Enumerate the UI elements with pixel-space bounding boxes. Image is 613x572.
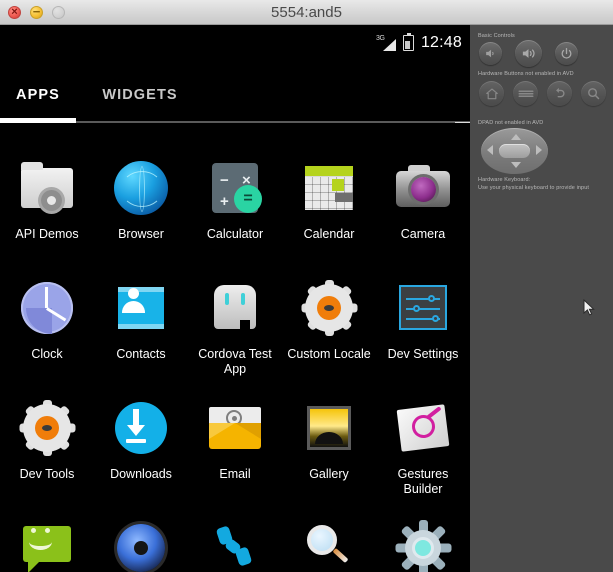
app-item-gestures-builder[interactable]: Gestures Builder (376, 391, 470, 511)
messaging-icon (16, 517, 78, 572)
app-item-calendar[interactable]: Calendar (282, 151, 376, 271)
music-icon (110, 517, 172, 572)
basic-controls-label: Basic Controls (478, 33, 515, 39)
app-label: Calculator (206, 227, 264, 241)
calculator-icon: − × + = (204, 157, 266, 219)
dpad-left-button[interactable] (487, 145, 493, 155)
dpad-label: DPAD not enabled in AVD (478, 120, 544, 126)
battery-fill (405, 40, 411, 49)
hardware-keyboard-label: Hardware Keyboard: (478, 177, 531, 183)
tab-widgets[interactable]: WIDGETS (76, 69, 204, 122)
app-grid: API Demos Browser − × + = Calculator Cal… (0, 151, 470, 572)
android-status-bar: 3G 12:48 (0, 25, 470, 61)
app-label: Camera (400, 227, 446, 241)
app-item-phone[interactable] (188, 511, 282, 572)
dpad-center-button[interactable] (499, 144, 530, 158)
app-item-cordova-test-app[interactable]: Cordova Test App (188, 271, 282, 391)
camera-icon (392, 157, 454, 219)
status-bar-indicators: 3G 12:48 (376, 25, 462, 61)
app-label: Downloads (110, 467, 172, 481)
app-item-search[interactable] (282, 511, 376, 572)
app-item-api-demos[interactable]: API Demos (0, 151, 94, 271)
app-item-music[interactable] (94, 511, 188, 572)
tab-apps[interactable]: APPS (0, 69, 76, 122)
phone-icon (204, 517, 266, 572)
app-label: Clock (31, 347, 63, 361)
hardware-keyboard-hint: Use your physical keyboard to provide in… (478, 185, 589, 191)
app-label: API Demos (15, 227, 79, 241)
dpad-down-button[interactable] (511, 162, 521, 168)
app-label: Contacts (116, 347, 166, 361)
dev-tools-icon (16, 397, 78, 459)
downloads-icon (110, 397, 172, 459)
app-item-downloads[interactable]: Downloads (94, 391, 188, 511)
email-icon (204, 397, 266, 459)
dpad-up-button[interactable] (511, 134, 521, 140)
search-button[interactable] (581, 81, 606, 106)
battery-icon (402, 32, 414, 51)
power-button[interactable] (555, 42, 578, 65)
app-item-dev-settings[interactable]: Dev Settings (376, 271, 470, 391)
app-label: Browser (118, 227, 164, 241)
app-item-custom-locale[interactable]: Custom Locale (282, 271, 376, 391)
gallery-icon (298, 397, 360, 459)
clock-icon (16, 277, 78, 339)
app-label: Dev Tools (19, 467, 75, 481)
signal-triangle (382, 38, 396, 51)
launcher-tabbar: APPS WIDGETS (0, 69, 470, 122)
dpad-right-button[interactable] (536, 145, 542, 155)
custom-locale-icon (298, 277, 360, 339)
app-label: Dev Settings (387, 347, 459, 361)
menu-button[interactable] (513, 81, 538, 106)
back-button[interactable] (547, 81, 572, 106)
emulator-screen[interactable]: 3G 12:48 APPS WIDGETS API Demos Browser … (0, 25, 470, 572)
volume-down-button[interactable] (479, 42, 502, 65)
dev-settings-icon (392, 277, 454, 339)
status-bar-clock: 12:48 (420, 34, 462, 51)
cordova-test-app-icon (204, 277, 266, 339)
app-item-browser[interactable]: Browser (94, 151, 188, 271)
emulator-window: × − 5554:and5 3G 12:48 APPS WIDGETS API … (0, 0, 613, 572)
api-demos-icon (16, 157, 78, 219)
signal-strength-icon: 3G (376, 35, 396, 52)
emulator-control-panel: Basic Controls Hardware Buttons not enab… (470, 25, 613, 572)
app-item-clock[interactable]: Clock (0, 271, 94, 391)
contacts-icon (110, 277, 172, 339)
home-button[interactable] (479, 81, 504, 106)
window-title: 5554:and5 (271, 4, 342, 21)
app-label: Gestures Builder (397, 467, 449, 496)
app-item-dev-tools[interactable]: Dev Tools (0, 391, 94, 511)
app-item-camera[interactable]: Camera (376, 151, 470, 271)
hardware-buttons-label: Hardware Buttons not enabled in AVD (478, 71, 574, 77)
gestures-builder-icon (392, 397, 454, 459)
app-label: Calendar (303, 227, 355, 241)
app-label: Gallery (309, 467, 349, 481)
volume-up-button[interactable] (515, 40, 542, 67)
search-icon (298, 517, 360, 572)
app-item-gallery[interactable]: Gallery (282, 391, 376, 511)
app-label: Custom Locale (287, 347, 371, 361)
window-titlebar: × − 5554:and5 (0, 0, 613, 25)
app-item-settings[interactable] (376, 511, 470, 572)
settings-icon (392, 517, 454, 572)
app-item-calculator[interactable]: − × + = Calculator (188, 151, 282, 271)
tab-active-indicator (0, 118, 76, 123)
app-item-email[interactable]: Email (188, 391, 282, 511)
browser-icon (110, 157, 172, 219)
app-label: Cordova Test App (198, 347, 272, 376)
app-item-contacts[interactable]: Contacts (94, 271, 188, 391)
app-item-messaging[interactable] (0, 511, 94, 572)
dpad-control[interactable] (481, 128, 548, 174)
app-label: Email (219, 467, 251, 481)
calendar-icon (298, 157, 360, 219)
